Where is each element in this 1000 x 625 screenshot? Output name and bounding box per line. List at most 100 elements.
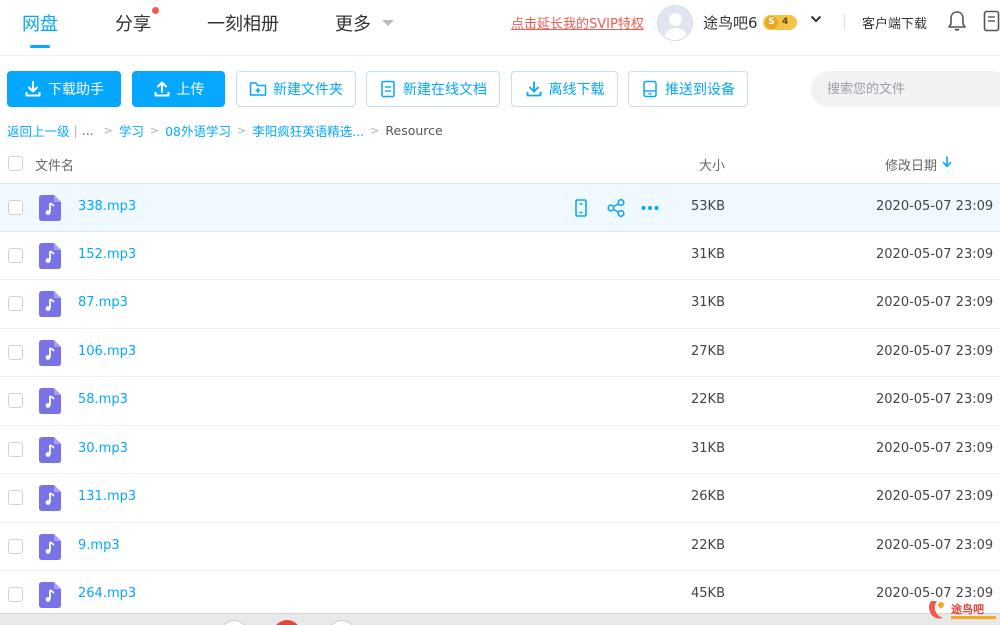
download-helper-button[interactable]: 下载助手 [7,71,121,107]
notification-dot [152,7,159,14]
file-size: 27KB [691,343,725,359]
column-header-size[interactable]: 大小 [699,155,725,174]
file-size: 31KB [691,440,725,456]
file-name[interactable]: 9.mp3 [78,538,120,553]
breadcrumb-ellipsis[interactable]: ... [82,123,94,138]
more-options-icon[interactable] [640,198,660,218]
row-checkbox[interactable] [8,296,23,311]
client-download-link[interactable]: 客户端下载 [862,13,927,32]
table-row[interactable]: 30.mp3 31KB 2020-05-07 23:09 [0,426,1000,474]
sort-desc-arrow-icon[interactable] [942,156,952,168]
search-input[interactable] [811,71,1000,107]
user-menu-chevron-icon[interactable] [810,13,822,25]
online-doc-icon [381,80,395,98]
audio-file-icon [39,339,61,366]
audio-file-icon [39,242,61,269]
device-icon [643,80,657,98]
file-modified-date: 2020-05-07 23:09 [876,489,994,504]
breadcrumb-separator-icon: > [370,124,380,137]
table-row[interactable]: 338.mp3 53KB 2020-05-07 23:09 [0,183,1000,232]
breadcrumb-separator-icon: > [237,124,247,137]
table-row[interactable]: 106.mp3 27KB 2020-05-07 23:09 [0,329,1000,377]
nav-tab-share[interactable]: 分享 [115,10,151,36]
file-name[interactable]: 87.mp3 [78,295,128,310]
breadcrumb-divider: | [73,123,78,138]
new-online-doc-button[interactable]: 新建在线文档 [366,71,500,107]
file-name[interactable]: 106.mp3 [78,344,136,359]
vip-letter: S [765,16,778,29]
file-name[interactable]: 131.mp3 [78,489,136,504]
file-name[interactable]: 152.mp3 [78,247,136,262]
share-icon[interactable] [606,198,626,218]
file-size: 31KB [691,295,725,310]
column-header-name[interactable]: 文件名 [35,155,74,174]
row-checkbox[interactable] [8,587,23,602]
breadcrumb-back-link[interactable]: 返回上一级 [7,121,70,140]
row-checkbox[interactable] [8,200,23,215]
audio-file-icon [39,291,61,317]
offline-download-button[interactable]: 离线下载 [511,71,618,107]
file-modified-date: 2020-05-07 23:09 [876,295,994,310]
upload-label: 上传 [176,82,205,98]
taskbar-app-icon[interactable] [328,620,356,625]
audio-file-icon [39,582,61,608]
push-to-device-label: 推送到设备 [665,82,735,98]
table-row[interactable]: 152.mp3 31KB 2020-05-07 23:09 [0,232,1000,280]
audio-file-icon [39,388,61,414]
breadcrumb-item[interactable]: 李阳疯狂英语精选... [252,121,364,140]
bottom-taskbar-strip [0,613,1000,625]
push-to-device-button[interactable]: 推送到设备 [628,71,748,107]
watermark-text: 途鸟吧 [951,602,984,616]
folder-plus-icon [249,82,267,96]
svip-promo-link[interactable]: 点击延长我的SVIP特权 [511,13,644,32]
file-modified-date: 2020-05-07 23:09 [876,343,994,359]
row-checkbox[interactable] [8,247,23,263]
upload-button[interactable]: 上传 [132,71,225,107]
breadcrumb-separator-icon: > [103,124,113,137]
vip-level-badge: S 4 [763,15,797,30]
file-size: 31KB [691,246,725,262]
audio-file-icon [39,485,61,511]
table-row[interactable]: 131.mp3 26KB 2020-05-07 23:09 [0,474,1000,523]
breadcrumb-item[interactable]: 学习 [119,121,144,140]
file-size: 22KB [691,537,725,553]
taskbar-app-icon[interactable] [220,620,248,625]
select-all-checkbox[interactable] [8,156,23,171]
file-name[interactable]: 30.mp3 [78,441,128,456]
table-row[interactable]: 58.mp3 22KB 2020-05-07 23:09 [0,377,1000,426]
top-nav-bar: 网盘 分享 一刻相册 更多 点击延长我的SVIP特权 途鸟吧6 S 4 客户端下… [0,0,1000,56]
nav-tab-more[interactable]: 更多 [335,10,371,36]
breadcrumb-item[interactable]: 08外语学习 [165,121,231,140]
file-size: 22KB [691,392,725,407]
file-name[interactable]: 264.mp3 [78,586,136,601]
file-name[interactable]: 58.mp3 [78,392,128,407]
push-to-device-icon[interactable] [571,198,591,218]
column-header-modified[interactable]: 修改日期 [885,155,937,174]
file-name[interactable]: 338.mp3 [78,199,136,214]
row-checkbox[interactable] [8,344,23,360]
file-size: 53KB [691,199,725,214]
document-icon[interactable] [983,10,1000,32]
new-folder-label: 新建文件夹 [273,82,343,98]
table-row[interactable]: 9.mp3 22KB 2020-05-07 23:09 [0,523,1000,571]
row-checkbox[interactable] [8,490,23,505]
row-checkbox[interactable] [8,393,23,408]
offline-download-label: 离线下载 [548,82,605,98]
new-folder-button[interactable]: 新建文件夹 [236,71,356,107]
nav-tab-album[interactable]: 一刻相册 [207,10,279,36]
row-checkbox[interactable] [8,441,23,457]
more-caret-icon[interactable] [382,20,394,26]
new-online-doc-label: 新建在线文档 [403,82,487,98]
breadcrumb: 返回上一级 | ... > 学习 > 08外语学习 > 李阳疯狂英语精选... … [7,121,443,140]
audio-file-icon [39,195,61,221]
file-modified-date: 2020-05-07 23:09 [876,440,994,456]
bell-icon[interactable] [947,10,967,32]
username[interactable]: 途鸟吧6 [703,12,758,33]
table-row[interactable]: 87.mp3 31KB 2020-05-07 23:09 [0,280,1000,329]
avatar[interactable] [657,5,693,41]
taskbar-app-icon[interactable] [273,620,301,625]
nav-tab-netdisk[interactable]: 网盘 [22,10,58,36]
upload-icon [154,81,169,97]
row-checkbox[interactable] [8,538,23,554]
file-modified-date: 2020-05-07 23:09 [876,537,994,553]
